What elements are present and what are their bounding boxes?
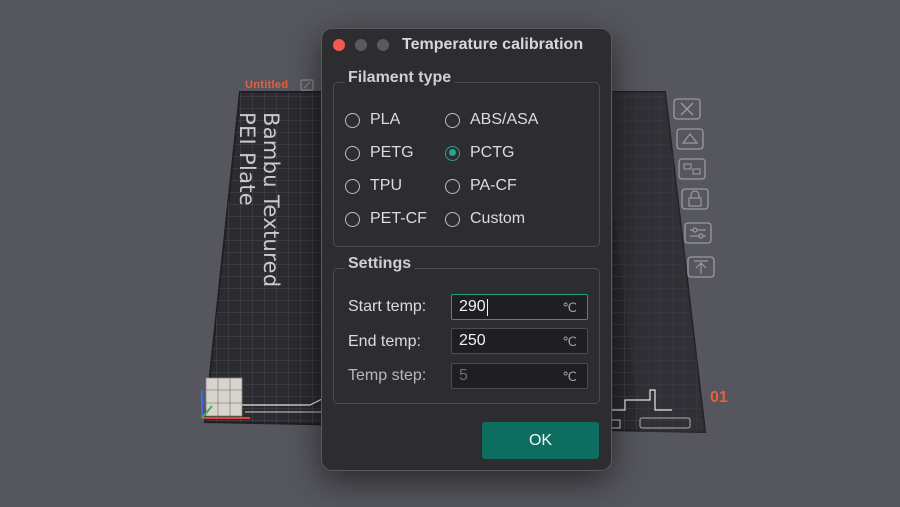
end-temp-label: End temp:	[348, 333, 421, 350]
radio-button[interactable]	[345, 112, 360, 128]
end-temp-value: 250	[459, 332, 486, 349]
ok-button[interactable]: OK	[482, 422, 599, 459]
start-temp-unit: ℃	[562, 300, 577, 315]
radio-tpu[interactable]: TPU	[345, 175, 402, 197]
start-temp-label: Start temp:	[348, 298, 427, 315]
start-temp-value: 290	[459, 298, 486, 315]
radio-pctg[interactable]: PCTG	[445, 142, 514, 164]
temp-step-field[interactable]: 5 ℃	[451, 363, 588, 389]
end-temp-field[interactable]: 250 ℃	[451, 328, 588, 354]
settings-icon[interactable]	[684, 222, 712, 244]
move-up-icon[interactable]	[687, 256, 715, 278]
orient-icon[interactable]	[678, 158, 706, 180]
radio-label: PCTG	[470, 144, 515, 161]
plate-number: 01	[710, 389, 728, 406]
maximize-window-button[interactable]	[377, 39, 389, 51]
radio-petg[interactable]: PETG	[345, 142, 414, 164]
radio-pa-cf[interactable]: PA-CF	[445, 175, 517, 197]
radio-custom[interactable]: Custom	[445, 208, 525, 230]
temp-step-unit: ℃	[562, 369, 577, 384]
start-temp-field[interactable]: 290 ℃	[451, 294, 588, 320]
radio-pla[interactable]: PLA	[345, 109, 400, 131]
radio-button-selected[interactable]	[445, 145, 460, 161]
radio-button[interactable]	[445, 112, 460, 128]
dialog-title: Temperature calibration	[402, 36, 584, 53]
auto-arrange-icon[interactable]	[676, 128, 704, 150]
minimize-window-button[interactable]	[355, 39, 367, 51]
close-icon[interactable]	[673, 98, 701, 120]
temp-step-label: Temp step:	[348, 367, 427, 384]
radio-label: PA-CF	[470, 177, 517, 194]
filament-type-group: Filament type PLA ABS/ASA PETG PCTG TPU …	[333, 69, 600, 247]
radio-label: TPU	[370, 177, 402, 194]
radio-button[interactable]	[345, 211, 360, 227]
settings-title: Settings	[345, 255, 415, 273]
radio-button[interactable]	[345, 178, 360, 194]
radio-button[interactable]	[445, 211, 460, 227]
temp-step-value: 5	[459, 367, 468, 384]
end-temp-unit: ℃	[562, 334, 577, 349]
plate-name: Bambu Textured PEI Plate	[235, 112, 283, 288]
plate-label: Untitled	[245, 79, 289, 91]
filament-type-title: Filament type	[345, 69, 455, 87]
radio-label: PLA	[370, 111, 401, 128]
settings-group: Settings Start temp: 290 ℃ End temp: 250…	[333, 255, 600, 404]
edit-icon[interactable]	[300, 79, 314, 91]
radio-button[interactable]	[445, 178, 460, 194]
radio-pet-cf[interactable]: PET-CF	[345, 208, 427, 230]
radio-abs-asa[interactable]: ABS/ASA	[445, 109, 538, 131]
titlebar: Temperature calibration	[322, 29, 611, 61]
radio-button[interactable]	[345, 145, 360, 161]
close-window-button[interactable]	[333, 39, 345, 51]
text-caret	[487, 299, 488, 316]
temperature-calibration-dialog: Temperature calibration Filament type PL…	[321, 28, 612, 471]
radio-label: ABS/ASA	[470, 111, 539, 128]
radio-label: Custom	[470, 210, 526, 227]
radio-label: PET-CF	[370, 210, 427, 227]
lock-icon[interactable]	[681, 188, 709, 210]
radio-label: PETG	[370, 144, 414, 161]
